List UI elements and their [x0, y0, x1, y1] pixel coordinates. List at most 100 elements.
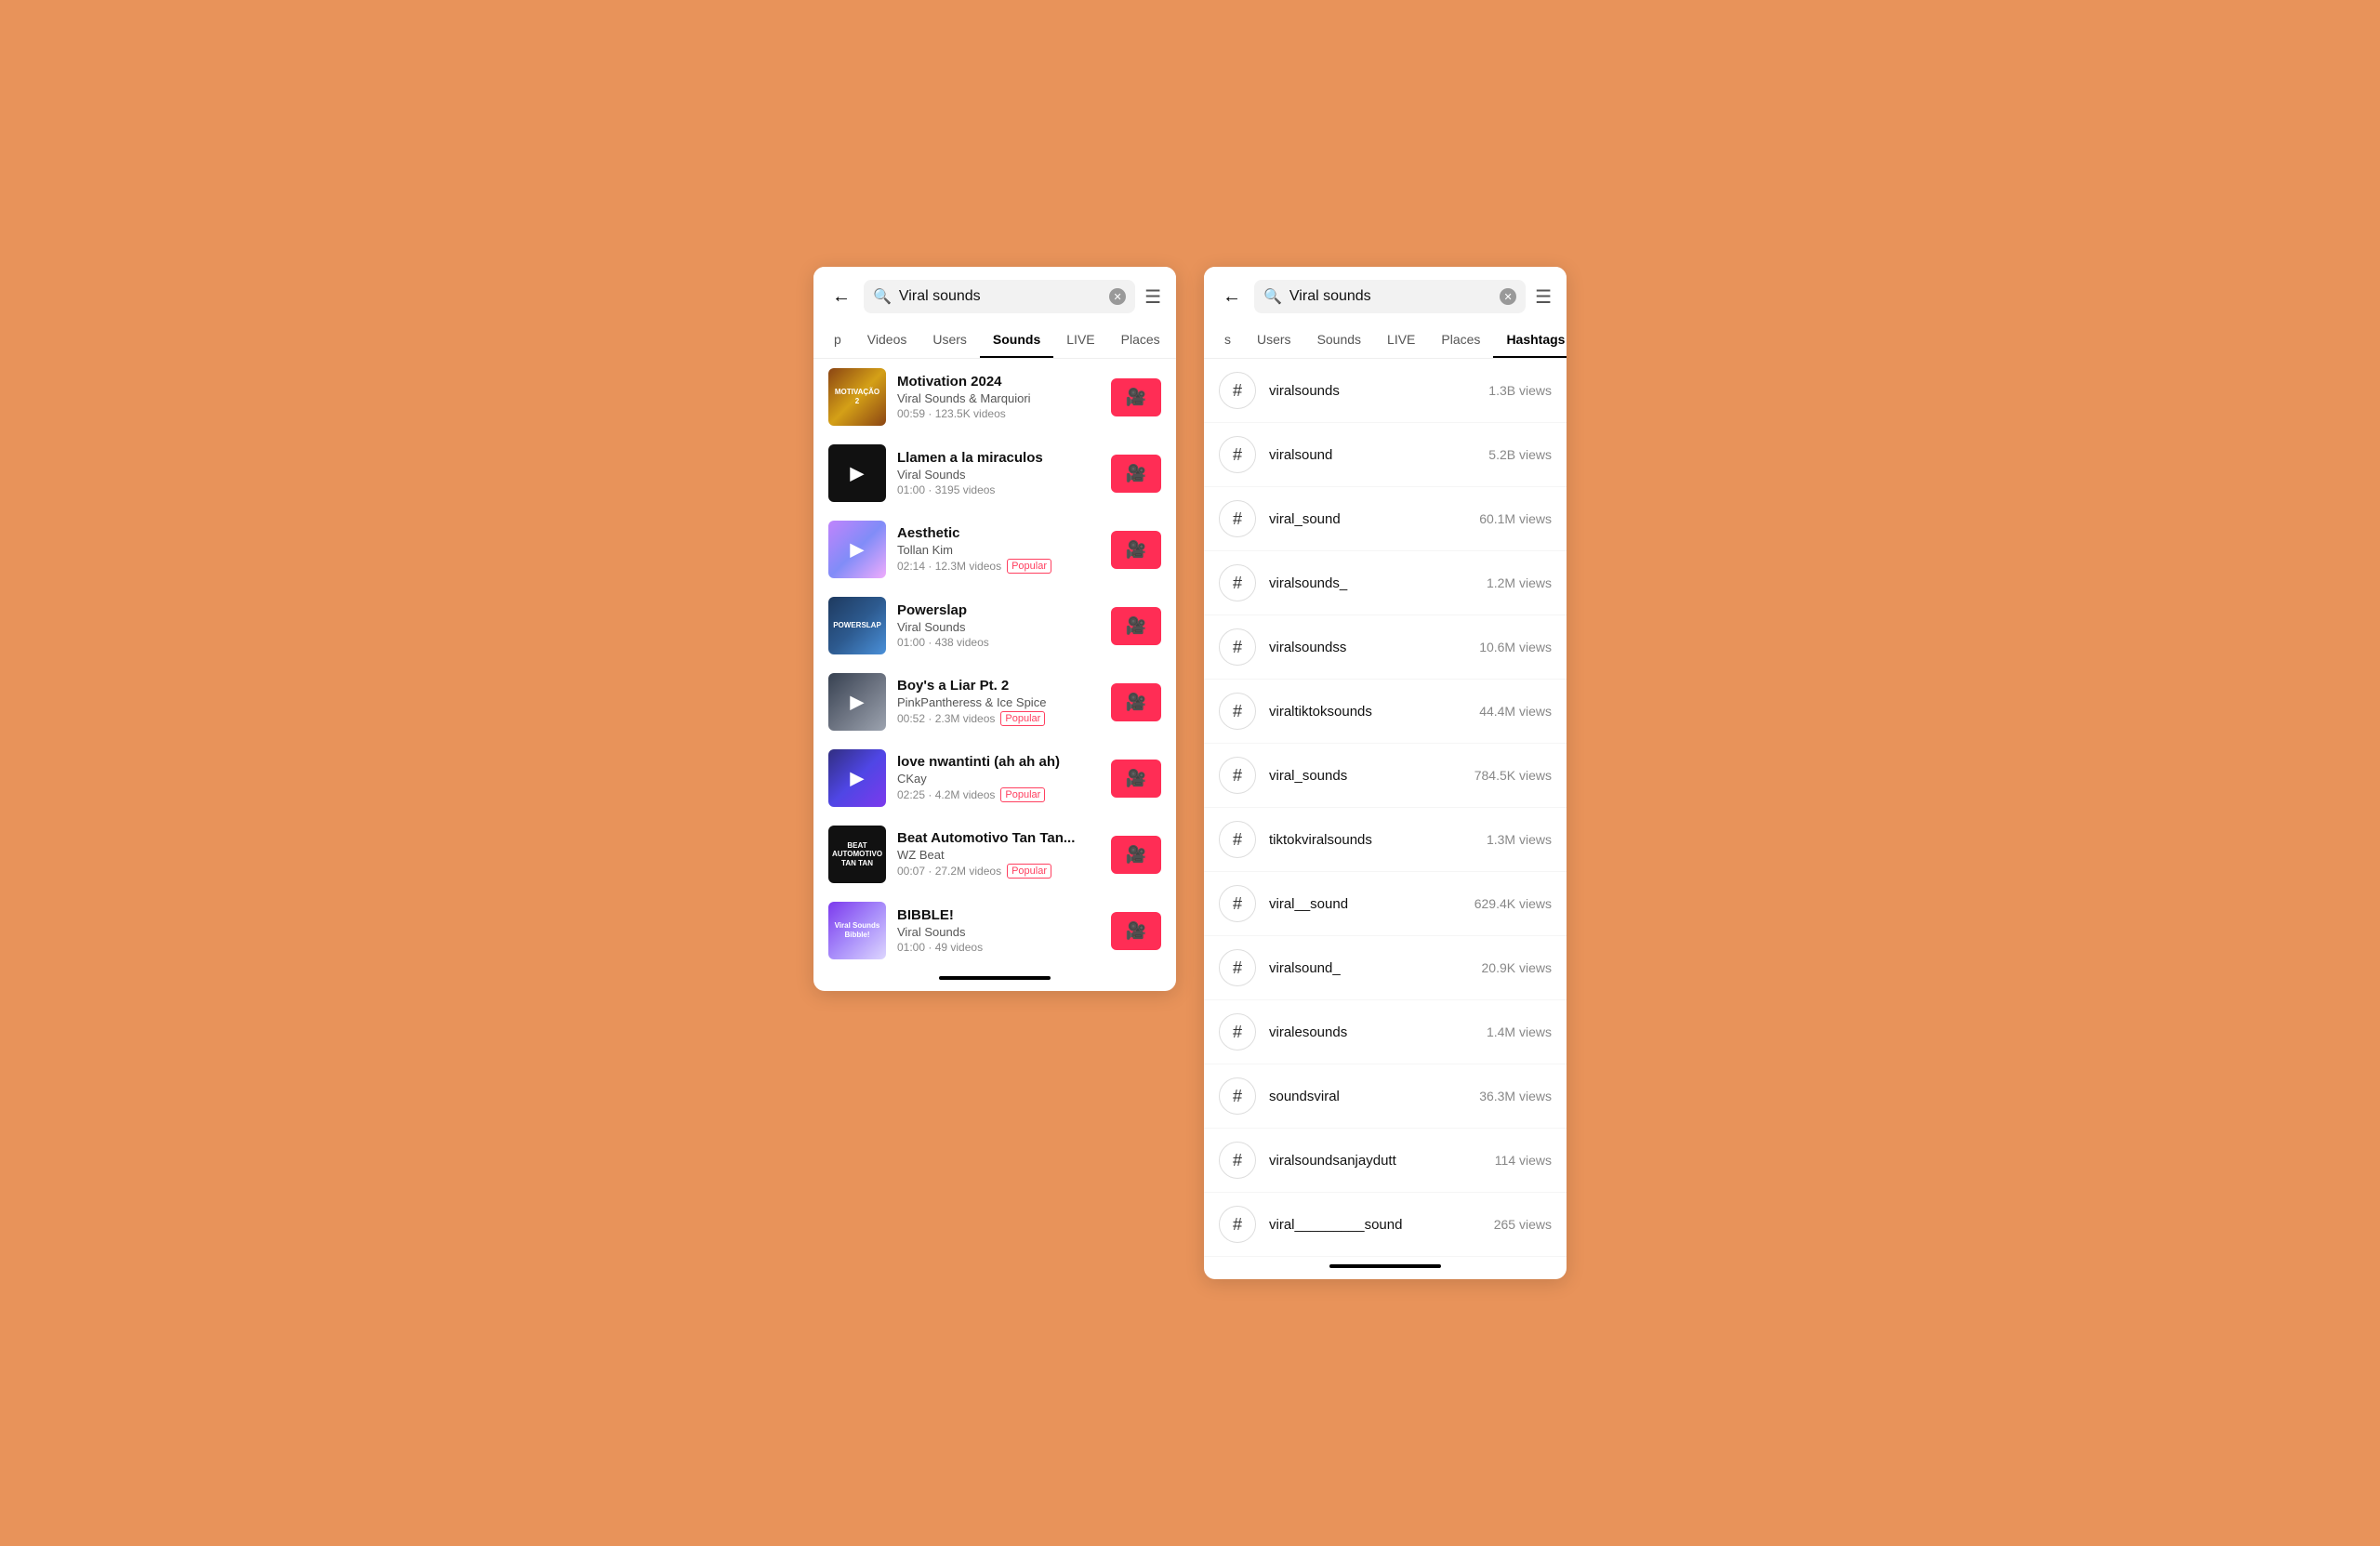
tab-places-2[interactable]: Places: [1428, 323, 1493, 358]
play-icon: ▶: [850, 462, 864, 485]
clear-search-1[interactable]: ✕: [1109, 288, 1126, 305]
tab-places-1[interactable]: Places: [1108, 323, 1173, 358]
use-sound-button[interactable]: 🎥: [1111, 531, 1161, 569]
tab-live-2[interactable]: LIVE: [1374, 323, 1428, 358]
sound-title: Llamen a la miraculos: [897, 450, 1100, 466]
tab-sounds-2[interactable]: Sounds: [1304, 323, 1374, 358]
hashtag-name: viraltiktoksounds: [1269, 704, 1466, 720]
sound-meta: 02:14 · 12.3M videosPopular: [897, 559, 1100, 574]
sound-thumbnail[interactable]: ▶: [828, 749, 886, 807]
hashtag-icon: #: [1219, 1206, 1256, 1243]
sound-title: Beat Automotivo Tan Tan...: [897, 830, 1100, 846]
use-sound-button[interactable]: 🎥: [1111, 607, 1161, 645]
hashtag-name: viralsoundsanjaydutt: [1269, 1153, 1482, 1169]
hashtag-list: # viralsounds 1.3B views #viralsound5.2B vi…: [1204, 359, 1567, 1257]
sound-item: ▶Llamen a la miraculosViral Sounds01:00 …: [813, 435, 1176, 511]
sound-meta: 01:00 · 438 videos: [897, 636, 1100, 649]
sound-title: Aesthetic: [897, 525, 1100, 541]
hashtag-name: viralsounds: [1269, 383, 1475, 399]
hashtag-icon: #: [1219, 564, 1256, 601]
hashtag-item[interactable]: #viralesounds1.4M views: [1204, 1000, 1567, 1064]
sound-thumbnail[interactable]: ▶: [828, 673, 886, 731]
sound-artist: Viral Sounds: [897, 925, 1100, 939]
hashtag-name: tiktokviralsounds: [1269, 832, 1474, 848]
scroll-indicator-2: [1329, 1264, 1441, 1268]
hashtag-item[interactable]: #viralsounds1.3B views: [1204, 359, 1567, 423]
sound-meta: 00:07 · 27.2M videosPopular: [897, 864, 1100, 879]
hashtag-views: 1.3M views: [1487, 832, 1552, 847]
sound-artist: Viral Sounds & Marquiori: [897, 391, 1100, 405]
hashtag-item[interactable]: #viralsoundsanjaydutt114 views: [1204, 1129, 1567, 1193]
hashtag-item[interactable]: #viralsound5.2B views: [1204, 423, 1567, 487]
hashtag-item[interactable]: #viraltiktoksounds44.4M views: [1204, 680, 1567, 744]
hashtag-item[interactable]: #viralsounds_1.2M views: [1204, 551, 1567, 615]
filter-button-1[interactable]: ☰: [1144, 285, 1161, 309]
tab-s[interactable]: s: [1211, 323, 1244, 358]
hashtag-item[interactable]: #soundsviral36.3M views: [1204, 1064, 1567, 1129]
sound-meta: 00:52 · 2.3M videosPopular: [897, 711, 1100, 726]
popular-badge: Popular: [1007, 864, 1051, 879]
hashtag-views: 10.6M views: [1479, 640, 1552, 654]
play-icon: ▶: [850, 691, 864, 714]
hashtag-icon: #: [1219, 1013, 1256, 1050]
use-sound-button[interactable]: 🎥: [1111, 912, 1161, 950]
clear-search-2[interactable]: ✕: [1500, 288, 1516, 305]
filter-button-2[interactable]: ☰: [1535, 285, 1552, 309]
tab-videos[interactable]: Videos: [854, 323, 920, 358]
hashtag-item[interactable]: #viral_sound60.1M views: [1204, 487, 1567, 551]
search-query-2: Viral sounds: [1289, 288, 1492, 305]
popular-badge: Popular: [1000, 787, 1045, 802]
use-sound-button[interactable]: 🎥: [1111, 760, 1161, 798]
back-button-1[interactable]: ←: [828, 286, 854, 308]
use-sound-button[interactable]: 🎥: [1111, 683, 1161, 721]
sound-thumbnail[interactable]: MOTIVAÇÃO 2: [828, 368, 886, 426]
hashtag-views: 1.3B views: [1488, 383, 1552, 398]
sound-info: PowerslapViral Sounds01:00 · 438 videos: [897, 602, 1100, 649]
sound-item: ▶love nwantinti (ah ah ah)CKay02:25 · 4.…: [813, 740, 1176, 816]
tab-sounds[interactable]: Sounds: [980, 323, 1053, 358]
sound-thumbnail[interactable]: BEAT AUTOMOTIVO TAN TAN: [828, 826, 886, 883]
hashtag-views: 629.4K views: [1474, 896, 1552, 911]
back-button-2[interactable]: ←: [1219, 286, 1245, 308]
search-header-2: ← 🔍 Viral sounds ✕ ☰: [1204, 267, 1567, 323]
screens-container: ← 🔍 Viral sounds ✕ ☰ p Videos Users Soun…: [813, 267, 1567, 1279]
tab-users-1[interactable]: Users: [919, 323, 980, 358]
sound-list: MOTIVAÇÃO 2Motivation 2024Viral Sounds &…: [813, 359, 1176, 969]
tab-has[interactable]: Has: [1173, 323, 1176, 358]
hashtag-item[interactable]: #viralsound_20.9K views: [1204, 936, 1567, 1000]
popular-badge: Popular: [1000, 711, 1045, 726]
tab-live-1[interactable]: LIVE: [1053, 323, 1107, 358]
hashtag-views: 20.9K views: [1482, 960, 1552, 975]
hashtag-item[interactable]: #tiktokviralsounds1.3M views: [1204, 808, 1567, 872]
use-sound-button[interactable]: 🎥: [1111, 836, 1161, 874]
sound-thumbnail[interactable]: ▶: [828, 444, 886, 502]
sound-item: MOTIVAÇÃO 2Motivation 2024Viral Sounds &…: [813, 359, 1176, 435]
hashtag-name: viralsoundss: [1269, 640, 1466, 655]
hashtag-views: 60.1M views: [1479, 511, 1552, 526]
tab-users-2[interactable]: Users: [1244, 323, 1304, 358]
use-sound-button[interactable]: 🎥: [1111, 455, 1161, 493]
tab-p[interactable]: p: [821, 323, 854, 358]
hashtag-views: 265 views: [1494, 1217, 1552, 1232]
use-sound-button[interactable]: 🎥: [1111, 378, 1161, 416]
hashtag-name: viral__sound: [1269, 896, 1461, 912]
hashtag-icon: #: [1219, 436, 1256, 473]
sound-thumbnail[interactable]: ▶: [828, 521, 886, 578]
sound-title: Powerslap: [897, 602, 1100, 618]
search-icon-2: 🔍: [1263, 287, 1282, 306]
hashtag-item[interactable]: #viral__sound629.4K views: [1204, 872, 1567, 936]
popular-badge: Popular: [1007, 559, 1051, 574]
sound-thumbnail[interactable]: POWERSLAP: [828, 597, 886, 654]
sound-info: Aesthetic Tollan Kim 02:14 · 12.3M videosP…: [897, 525, 1100, 574]
sound-info: Beat Automotivo Tan Tan...WZ Beat00:07 ·…: [897, 830, 1100, 879]
sound-artist: Tollan Kim: [897, 543, 1100, 557]
screen-hashtags: ← 🔍 Viral sounds ✕ ☰ s Users Sounds LIVE…: [1204, 267, 1567, 1279]
hashtag-item[interactable]: #viral_sounds784.5K views: [1204, 744, 1567, 808]
hashtag-item[interactable]: #viralsoundss10.6M views: [1204, 615, 1567, 680]
hashtag-item[interactable]: #viral_________sound265 views: [1204, 1193, 1567, 1257]
hashtag-icon: #: [1219, 949, 1256, 986]
tabs-row-1: p Videos Users Sounds LIVE Places Has: [813, 323, 1176, 359]
sound-meta: 00:59 · 123.5K videos: [897, 407, 1100, 420]
sound-thumbnail[interactable]: Viral Sounds Bibble!: [828, 902, 886, 959]
tab-hashtags[interactable]: Hashtags: [1493, 323, 1567, 358]
